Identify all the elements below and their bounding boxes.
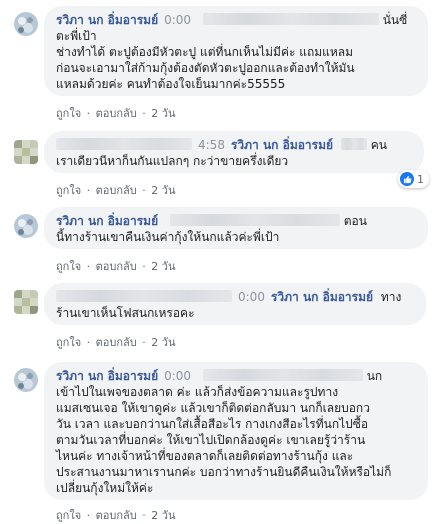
like-link[interactable]: ถูกใจ xyxy=(56,336,81,349)
like-link[interactable]: ถูกใจ xyxy=(56,260,81,273)
comment-text-line: นี้ทางร้านเขาคืนเงินค่ากุ้งให้นกแล้วค่ะพ… xyxy=(56,230,280,244)
redacted-author xyxy=(56,138,192,150)
comment-bubble: รวิภา นก อิ่มอารมย์ ตอน นี้ทางร้านเขาคืน… xyxy=(44,207,428,249)
redacted-text xyxy=(340,138,367,150)
comment-author[interactable]: รวิภา นก อิ่มอารมย์ xyxy=(231,138,333,152)
separator: · xyxy=(142,260,146,273)
separator: · xyxy=(142,336,146,349)
comment-text-tail: ตอน xyxy=(343,214,367,228)
comment-author[interactable]: รวิภา นก อิ่มอารมย์ xyxy=(56,369,158,383)
comment-bubble: 0:00 รวิภา นก อิ่มอารมย์ ทาง ร้านเขาเห็นโ… xyxy=(44,283,426,325)
comment-actions: ถูกใจ · ตอบกลับ · 2 วัน xyxy=(56,333,175,351)
comment-actions: ถูกใจ · ตอบกลับ · 2 วัน xyxy=(56,104,175,122)
separator: · xyxy=(142,509,146,522)
comment-text-line: ตามวันเวลาที่บอกค่ะ ให้เขาไปเปิดกล้องดูค… xyxy=(56,433,366,447)
reaction-count-badge[interactable]: 1 xyxy=(398,170,429,188)
comment-text-line: ร้านเขาเห็นโฟสนกเหรอคะ xyxy=(56,306,195,320)
comment-text-tail: ทาง xyxy=(380,290,402,304)
separator: · xyxy=(86,107,91,120)
comment-bubble: 4:58 รวิภา นก อิ่มอารมย์ คน เราเดียวนีหาก… xyxy=(44,131,424,173)
reaction-count: 1 xyxy=(417,172,424,186)
comment-header: 4:58 รวิภา นก อิ่มอารมย์ คน xyxy=(56,137,412,153)
separator: · xyxy=(86,336,91,349)
redacted-text xyxy=(169,214,340,226)
comment-timestamp: 4:58 xyxy=(198,138,225,152)
comment-text-tail: คน xyxy=(370,138,387,152)
like-link[interactable]: ถูกใจ xyxy=(56,107,81,120)
comment-header: รวิภา นก อิ่มอารมย์ 0:00 นั่นซี่ xyxy=(56,12,416,28)
comment-bubble: รวิภา นก อิ่มอารมย์ 0:00 นก เข้าไปในเพจขอ… xyxy=(44,362,428,500)
comment-actions: ถูกใจ · ตอบกลับ · 2 วัน xyxy=(56,181,175,199)
comment-text-line: ไหนค่ะ ทางเจ้าหน้าที่ของตลาดก็เลยติดต่อท… xyxy=(56,449,354,463)
redacted-author xyxy=(56,290,232,302)
comment-text-line: ช่างทำได้ ตะปูต้องมีหัวตะปู แต่ที่นกเห็น… xyxy=(56,45,354,59)
flower-avatar-icon[interactable] xyxy=(14,214,38,238)
comment-text-line: แมสเซนเจอ ให้เขาดูค่ะ แล้วเขาก็ติดต่อกลั… xyxy=(56,401,370,415)
comment-timestamp: 0:00 xyxy=(238,290,265,304)
pixel-avatar-icon[interactable] xyxy=(14,290,38,314)
comment-text-tail: นก xyxy=(366,369,383,383)
comment-age[interactable]: 2 วัน xyxy=(151,509,175,522)
comment-text-line: ตะพี่เป้า xyxy=(56,29,97,43)
comment-timestamp: 0:00 xyxy=(164,13,192,27)
reply-link[interactable]: ตอบกลับ xyxy=(96,260,137,273)
separator: · xyxy=(86,260,91,273)
comment-text-line: แหลมด้วยค่ะ คนทำต้องใจเย็นมากค่ะ55555 xyxy=(56,77,286,91)
pixel-avatar-icon[interactable] xyxy=(14,140,38,164)
comment-text-line: ประสานงานมาหาเรานกค่ะ บอกว่าทางร้านยินดี… xyxy=(56,465,392,479)
like-link[interactable]: ถูกใจ xyxy=(56,509,81,522)
comment-text-line: เราเดียวนีหาก็นกันแปลกๆ กะว่าขายครึ่งเดี… xyxy=(56,154,289,168)
comment-timestamp: 0:00 xyxy=(164,369,192,383)
redacted-text xyxy=(202,13,379,25)
comment-author[interactable]: รวิภา นก อิ่มอารมย์ xyxy=(56,214,158,228)
comment-text-line: วัน เวลา และบอกว่านกใส่เสื้อสีอะไร กางเก… xyxy=(56,417,369,431)
comment-author[interactable]: รวิภา นก อิ่มอารมย์ xyxy=(271,290,373,304)
comment-header: รวิภา นก อิ่มอารมย์ ตอน xyxy=(56,213,416,229)
flower-avatar-icon[interactable] xyxy=(14,12,38,36)
comment-text-tail: นั่นซี่ xyxy=(382,13,408,27)
comment-bubble: รวิภา นก อิ่มอารมย์ 0:00 นั่นซี่ ตะพี่เป้… xyxy=(44,6,428,96)
thumbs-up-icon xyxy=(400,172,414,186)
separator: · xyxy=(86,184,91,197)
comment-age[interactable]: 2 วัน xyxy=(151,184,175,197)
reply-link[interactable]: ตอบกลับ xyxy=(96,107,137,120)
comment-age[interactable]: 2 วัน xyxy=(151,260,175,273)
comment-age[interactable]: 2 วัน xyxy=(151,107,175,120)
comment-actions: ถูกใจ · ตอบกลับ · 2 วัน xyxy=(56,257,175,275)
separator: · xyxy=(142,184,146,197)
comment-text-line: ก่อนจะเอามาใส่ก้ามกุ้งต้องตัดหัวตะปูออกแ… xyxy=(56,61,355,75)
comment-author[interactable]: รวิภา นก อิ่มอารมย์ xyxy=(56,13,158,27)
comment-text-line: เข้าไปในเพจของตลาด ค่ะ แล้วก็ส่งข้อความแ… xyxy=(56,385,339,399)
separator: · xyxy=(86,509,91,522)
comment-header: 0:00 รวิภา นก อิ่มอารมย์ ทาง xyxy=(56,289,414,305)
comment-actions: ถูกใจ · ตอบกลับ · 2 วัน xyxy=(56,506,175,524)
comment-text-line: เปลี่ยนกุ้งใหม่ให้ค่ะ xyxy=(56,481,154,495)
reply-link[interactable]: ตอบกลับ xyxy=(96,336,137,349)
reply-link[interactable]: ตอบกลับ xyxy=(96,509,137,522)
reply-link[interactable]: ตอบกลับ xyxy=(96,184,137,197)
flower-avatar-icon[interactable] xyxy=(14,368,38,392)
separator: · xyxy=(142,107,146,120)
like-link[interactable]: ถูกใจ xyxy=(56,184,81,197)
comment-age[interactable]: 2 วัน xyxy=(151,336,175,349)
comment-header: รวิภา นก อิ่มอารมย์ 0:00 นก xyxy=(56,368,416,384)
redacted-text xyxy=(202,369,363,381)
